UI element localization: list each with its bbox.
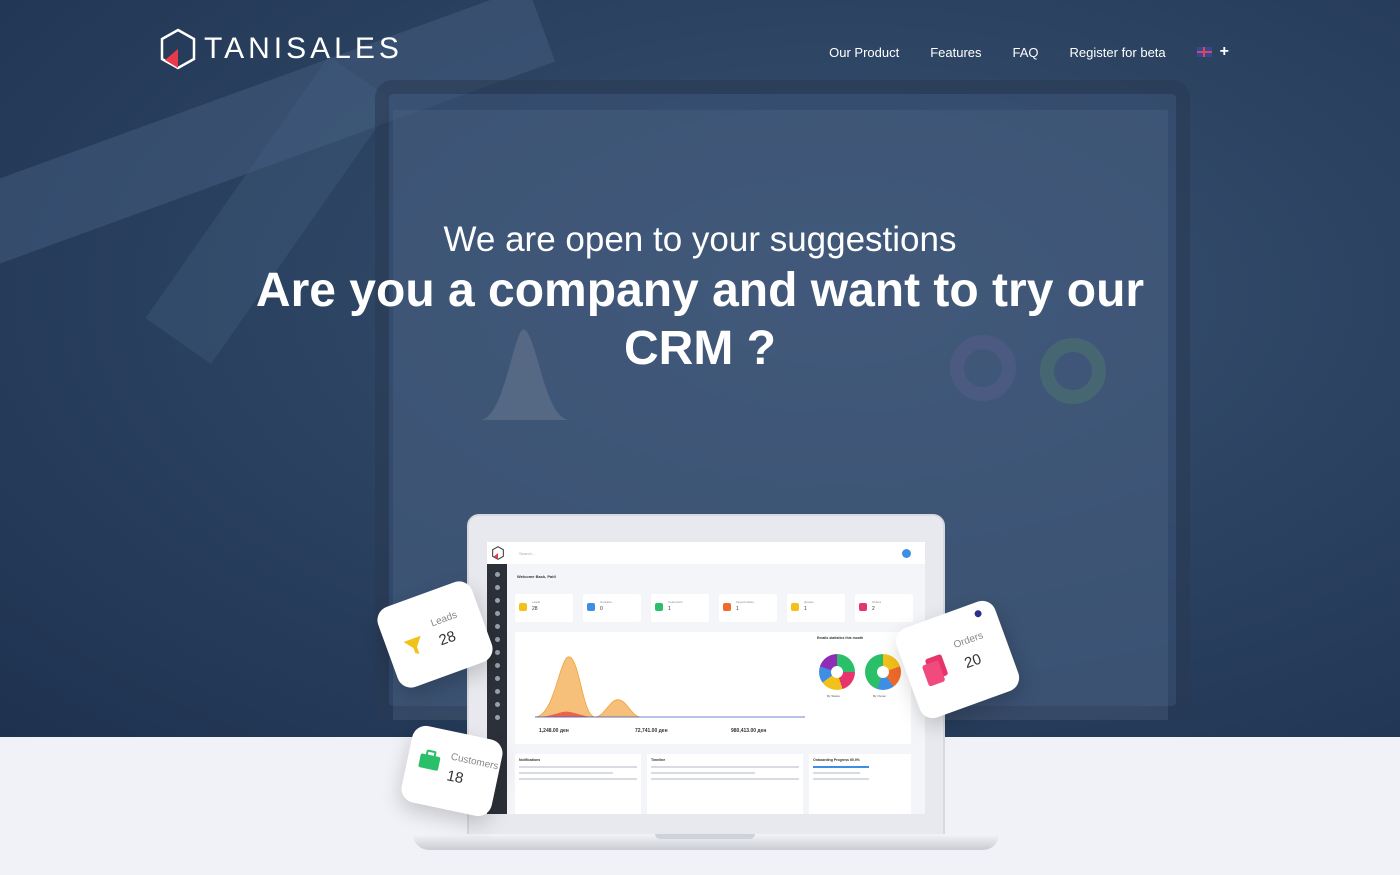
stat-card: Leads 28 (515, 594, 573, 622)
laptop-base (413, 834, 999, 850)
stat-card: Customers 1 (651, 594, 709, 622)
stat-card: Quotes 1 (787, 594, 845, 622)
nav-our-product[interactable]: Our Product (829, 45, 899, 60)
nav-features[interactable]: Features (930, 45, 981, 60)
orders-card-value: 20 (962, 650, 984, 673)
documents-icon (922, 654, 948, 687)
laptop-mockup: Search... Welcome Back, Pati! Leads 28 Co… (467, 514, 945, 836)
hexagon-logo-icon (160, 28, 196, 70)
mockup-onboarding-panel: Onboarding Progress 60.0% (809, 754, 911, 814)
nav-faq[interactable]: FAQ (1013, 45, 1039, 60)
crm-dashboard-screenshot: Search... Welcome Back, Pati! Leads 28 Co… (487, 542, 925, 814)
donuts-title: Emails statistics this month (817, 636, 864, 640)
total-value: 980,413.00 ден (731, 728, 767, 734)
mockup-topbar: Search... (487, 542, 925, 564)
funnel-icon (403, 635, 421, 654)
avatar (902, 548, 911, 558)
top-navigation: Our Product Features FAQ Register for be… (798, 43, 1229, 61)
mockup-search: Search... (519, 550, 536, 556)
briefcase-icon (418, 749, 441, 771)
mockup-donuts: Emails statistics this month By Status B… (813, 632, 911, 744)
hero-subtitle: We are open to your suggestions (443, 220, 957, 259)
total-value: 72,741.00 ден (635, 728, 668, 734)
language-more-button[interactable]: + (1220, 43, 1229, 61)
total-value: 1,248.00 ден (539, 728, 569, 734)
mockup-welcome: Welcome Back, Pati! (517, 574, 557, 579)
hero-title: Are you a company and want to try our CR… (255, 264, 1145, 375)
stat-card: Orders 2 (855, 594, 913, 622)
orders-card-label: Orders (952, 630, 985, 651)
mockup-timeline-panel: Timeline (647, 754, 803, 814)
brand-name: TANISALES (204, 32, 403, 65)
notification-dot (973, 609, 983, 619)
hero-headline: We are open to your suggestions Are you … (0, 220, 1400, 378)
brand-logo[interactable]: TANISALES (160, 28, 403, 70)
customers-card-value: 18 (445, 767, 466, 788)
donut-label: By Status (827, 694, 840, 698)
mockup-stats-row: Leads 28 Contacts 0 Customers 1 Opportuniti… (515, 594, 923, 622)
stat-card: Contacts 0 (583, 594, 641, 622)
leads-card-value: 28 (436, 627, 459, 650)
donut-label: By Owner (873, 694, 887, 698)
mockup-area-chart: 1,248.00 ден 72,741.00 ден 980,413.00 де… (515, 632, 813, 744)
uk-flag-icon[interactable] (1196, 47, 1212, 57)
hexagon-logo-icon (492, 546, 504, 560)
leads-card-label: Leads (429, 609, 459, 630)
nav-register-beta[interactable]: Register for beta (1070, 45, 1166, 60)
mockup-notifications-panel: Notifications (515, 754, 641, 814)
stat-card: Opportunities 1 (719, 594, 777, 622)
